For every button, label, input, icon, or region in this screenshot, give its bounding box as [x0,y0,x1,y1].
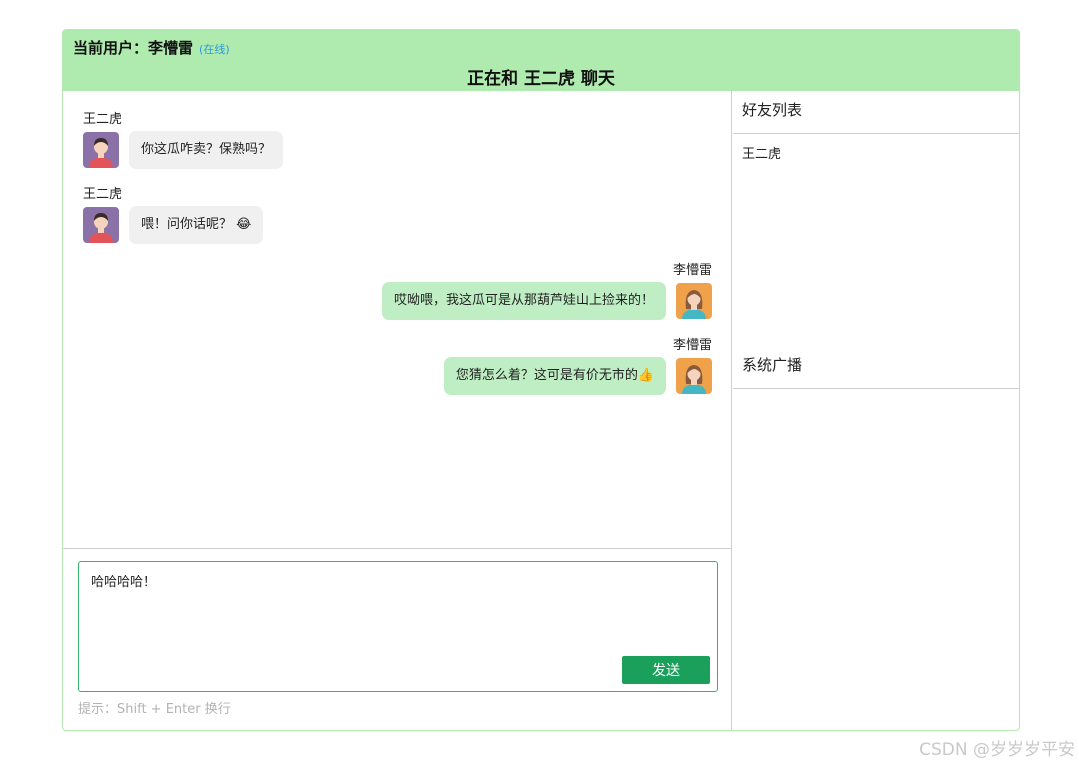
chat-app: 当前用户：李懵雷 (在线) 正在和 王二虎 聊天 王二虎 你这瓜咋卖？保熟吗？ 王… [62,29,1020,731]
chat-header: 当前用户：李懵雷 (在线) 正在和 王二虎 聊天 [63,30,1019,91]
message-item: 王二虎 喂！问你话呢？ 😂 [83,183,264,244]
message-item: 李懵雷 哎呦喂，我这瓜可是从那葫芦娃山上捡来的！ [381,259,712,320]
message-item: 王二虎 你这瓜咋卖？保熟吗？ [83,108,284,169]
friend-item[interactable]: 王二虎 [742,143,781,162]
current-user: 当前用户：李懵雷 (在线) [73,37,230,58]
current-user-name: 李懵雷 [148,39,194,57]
female-avatar-icon[interactable] [676,283,712,319]
online-status: (在线) [199,43,230,56]
message-bubble: 你这瓜咋卖？保熟吗？ [129,131,284,169]
message-sender: 李懵雷 [672,338,712,353]
friends-list-title: 好友列表 [733,91,1019,134]
message-sender: 王二虎 [83,187,123,202]
message-list[interactable]: 王二虎 你这瓜咋卖？保熟吗？ 王二虎 喂！问你话呢？ 😂 李懵雷 哎呦喂，我这瓜… [63,91,732,548]
female-avatar-icon[interactable] [676,358,712,394]
message-bubble: 哎呦喂，我这瓜可是从那葫芦娃山上捡来的！ [381,282,666,320]
male-avatar-icon[interactable] [83,132,119,168]
message-input-box[interactable]: 哈哈哈哈！ 发送 [78,561,718,692]
male-avatar-icon[interactable] [83,207,119,243]
chat-title: 正在和 王二虎 聊天 [467,69,615,89]
send-button[interactable]: 发送 [622,656,710,684]
message-item: 李懵雷 您猜怎么着？这可是有价无市的👍 [443,334,712,395]
message-input[interactable]: 哈哈哈哈！ [91,571,156,590]
watermark: CSDN @岁岁岁平安 [919,740,1075,760]
input-hint: 提示：Shift + Enter 换行 [78,702,231,717]
message-bubble: 您猜怎么着？这可是有价无市的👍 [443,357,666,395]
input-divider [63,548,732,549]
message-sender: 李懵雷 [672,263,712,278]
sidebar: 好友列表 王二虎 系统广播 [733,91,1019,730]
message-sender: 王二虎 [83,112,123,127]
message-bubble: 喂！问你话呢？ 😂 [129,206,264,244]
chat-main: 王二虎 你这瓜咋卖？保熟吗？ 王二虎 喂！问你话呢？ 😂 李懵雷 哎呦喂，我这瓜… [63,91,732,730]
current-user-label: 当前用户： [73,39,149,57]
broadcast-title: 系统广播 [733,346,1019,389]
